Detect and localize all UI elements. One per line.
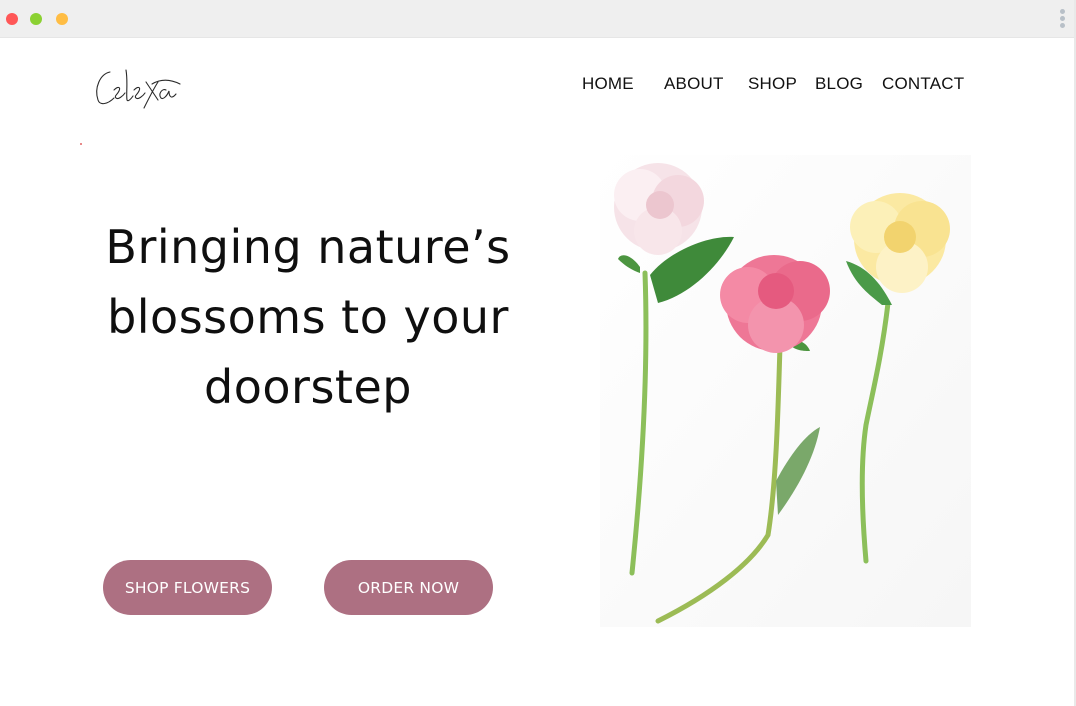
close-button[interactable] (6, 13, 18, 25)
brand-logo[interactable] (92, 60, 188, 116)
minimize-button[interactable] (30, 13, 42, 25)
hero-flowers-image (600, 155, 971, 627)
nav-contact[interactable]: CONTACT (882, 74, 964, 94)
window-titlebar (0, 0, 1074, 38)
hero-title: Bringing nature’s blossoms to your doors… (78, 212, 538, 422)
hero-title-line-2: blossoms to your (107, 290, 509, 344)
kebab-menu-icon[interactable] (1060, 9, 1066, 31)
order-now-button[interactable]: ORDER NOW (324, 560, 493, 615)
shop-flowers-button[interactable]: SHOP FLOWERS (103, 560, 272, 615)
nav-about[interactable]: ABOUT (664, 74, 724, 94)
nav-shop[interactable]: SHOP (748, 74, 797, 94)
nav-blog[interactable]: BLOG (815, 74, 863, 94)
browser-window: HOME ABOUT SHOP BLOG CONTACT Bringing na… (0, 0, 1076, 706)
hero-title-line-3: doorstep (204, 360, 412, 414)
maximize-button[interactable] (56, 13, 68, 25)
decorative-dot (80, 143, 82, 145)
hero-title-line-1: Bringing nature’s (105, 220, 511, 274)
nav-home[interactable]: HOME (582, 74, 634, 94)
